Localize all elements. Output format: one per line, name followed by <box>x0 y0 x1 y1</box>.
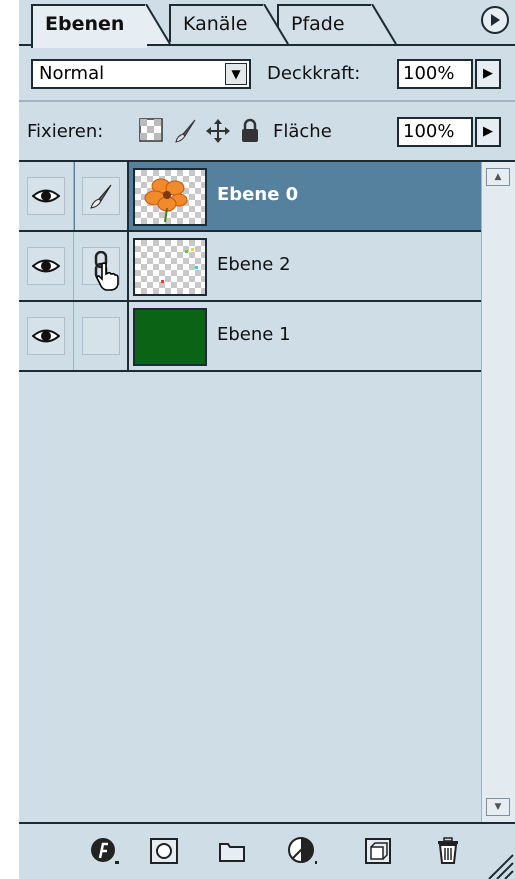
tab-ebenen-edge <box>145 4 171 44</box>
panel-menu-button[interactable] <box>481 6 509 34</box>
scroll-up-button[interactable]: ▲ <box>486 168 510 186</box>
trash-icon[interactable] <box>433 836 463 866</box>
opacity-value: 100% <box>403 63 455 84</box>
chevron-down-icon[interactable]: ▼ <box>225 63 247 85</box>
fill-input[interactable]: 100% <box>397 117 473 147</box>
lock-label: Fixieren: <box>27 121 104 142</box>
new-group-icon[interactable] <box>217 836 247 866</box>
fill-slider-button[interactable]: ▶ <box>475 117 501 147</box>
triangle-right-icon <box>491 14 500 26</box>
eye-box <box>27 317 65 355</box>
lock-pixels-brush-icon[interactable] <box>173 118 199 144</box>
layers-panel: Ebenen Kanäle Pfade Normal ▼ Deckkraft: … <box>19 0 515 879</box>
resize-grip-icon[interactable] <box>485 851 515 879</box>
adjustment-layer-icon[interactable] <box>287 836 317 866</box>
eye-icon <box>32 329 60 343</box>
layer-thumbnail-transparent <box>133 238 207 296</box>
empty-link-box <box>82 317 120 355</box>
scroll-down-button[interactable]: ▼ <box>486 798 510 816</box>
visibility-toggle[interactable] <box>19 232 74 300</box>
opacity-input[interactable]: 100% <box>397 59 473 89</box>
lock-all-padlock-icon[interactable] <box>237 118 263 144</box>
layer-row-ebene-2[interactable]: Ebene 2 <box>19 232 481 302</box>
layers-list: Ebene 0 Ebene 2 Ebene 1 <box>19 162 481 822</box>
eye-icon <box>32 259 60 273</box>
layer-name: Ebene 1 <box>217 324 291 345</box>
blend-mode-select[interactable]: Normal ▼ <box>31 59 251 89</box>
tab-kanaele[interactable]: Kanäle <box>169 4 265 42</box>
layer-mask-icon[interactable] <box>149 836 179 866</box>
transparent-dots-icon <box>161 248 198 283</box>
new-layer-icon[interactable] <box>363 836 393 866</box>
layer-name: Ebene 0 <box>217 184 299 205</box>
brush-box <box>82 177 120 215</box>
opacity-slider-button[interactable]: ▶ <box>475 59 501 89</box>
fill-value: 100% <box>403 121 455 142</box>
eye-icon <box>32 189 60 203</box>
tab-kanaele-edge <box>263 4 289 44</box>
layers-scrollbar[interactable]: ▲ ▼ <box>481 162 515 822</box>
tab-bar: Ebenen Kanäle Pfade <box>19 0 515 48</box>
lock-transparency-icon[interactable] <box>139 118 165 144</box>
layer-link-toggle[interactable] <box>75 162 129 230</box>
tab-pfade-label: Pfade <box>291 13 345 35</box>
opacity-label: Deckkraft: <box>267 63 361 84</box>
layer-link-toggle[interactable] <box>75 302 129 370</box>
layer-link-toggle[interactable] <box>75 232 129 300</box>
lock-position-move-icon[interactable] <box>205 118 231 144</box>
bottom-toolbar <box>19 822 515 879</box>
layer-thumbnail-flower <box>133 168 207 226</box>
tab-ebenen-label: Ebenen <box>45 13 125 35</box>
tab-pfade[interactable]: Pfade <box>277 4 373 42</box>
brush-icon <box>90 184 112 209</box>
tab-kanaele-label: Kanäle <box>183 13 248 35</box>
layer-style-icon[interactable] <box>89 836 119 866</box>
layer-row-ebene-1[interactable]: Ebene 1 <box>19 302 481 372</box>
layer-thumbnail-green <box>133 308 207 366</box>
eye-box <box>27 177 65 215</box>
eye-box <box>27 247 65 285</box>
tab-pfade-edge <box>371 4 397 44</box>
orange-flower-icon <box>144 178 188 223</box>
blend-mode-value: Normal <box>39 63 105 84</box>
blend-row: Normal ▼ Deckkraft: 100% ▶ <box>19 46 515 102</box>
hand-cursor-icon <box>96 262 119 291</box>
visibility-toggle[interactable] <box>19 162 74 230</box>
chain-box <box>82 247 120 291</box>
fill-label: Fläche <box>273 121 332 142</box>
visibility-toggle[interactable] <box>19 302 74 370</box>
lock-row: Fixieren: Fläche 100% ▶ <box>19 102 515 162</box>
layer-name: Ebene 2 <box>217 254 291 275</box>
tab-ebenen[interactable]: Ebenen <box>31 4 147 48</box>
layer-row-ebene-0[interactable]: Ebene 0 <box>19 162 481 232</box>
